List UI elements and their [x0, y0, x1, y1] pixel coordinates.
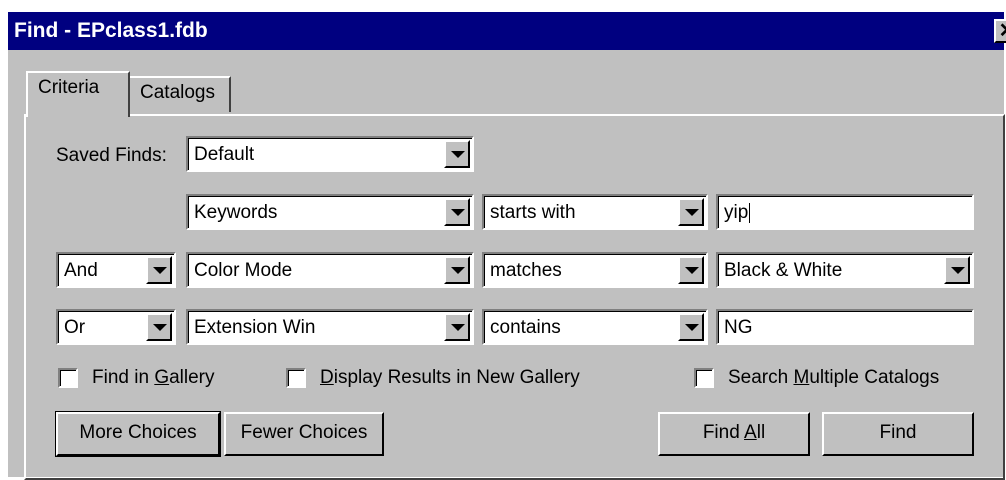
criteria-field-dropdown-2[interactable]: Color Mode [186, 252, 474, 288]
search-multiple-catalogs-checkbox[interactable] [694, 368, 714, 388]
find-all-button[interactable]: Find All [658, 412, 810, 456]
search-multiple-catalogs-label[interactable]: Search Multiple Catalogs [728, 367, 939, 389]
text-caret [749, 202, 751, 223]
criteria-field-value: Extension Win [194, 317, 316, 338]
chevron-down-icon[interactable] [146, 313, 172, 341]
chevron-down-icon[interactable] [146, 256, 172, 284]
conjunction-dropdown-2[interactable]: And [56, 252, 176, 288]
saved-finds-dropdown[interactable]: Default [186, 136, 474, 172]
chevron-down-icon[interactable] [944, 256, 970, 284]
display-new-gallery-label[interactable]: Display Results in New Gallery [320, 367, 580, 389]
chevron-down-icon[interactable] [444, 140, 470, 168]
find-button[interactable]: Find [822, 412, 974, 456]
criteria-value-text: yip [724, 202, 751, 223]
chevron-down-icon[interactable] [678, 256, 704, 284]
tab-catalogs-label: Catalogs [140, 82, 215, 103]
conjunction-value: And [64, 260, 98, 281]
criteria-field-dropdown-3[interactable]: Extension Win [186, 309, 474, 345]
tab-catalogs[interactable]: Catalogs [128, 76, 231, 112]
chevron-down-icon[interactable] [444, 256, 470, 284]
saved-finds-value: Default [194, 144, 255, 165]
criteria-value-text: NG [724, 317, 753, 338]
close-icon: ✕ [999, 20, 1006, 42]
close-button[interactable]: ✕ [994, 19, 1006, 43]
criteria-value-input-3[interactable]: NG [716, 309, 974, 345]
find-label: Find [879, 422, 917, 443]
criteria-operator-dropdown-2[interactable]: matches [482, 252, 708, 288]
display-new-gallery-checkbox[interactable] [286, 368, 306, 388]
criteria-operator-dropdown-1[interactable]: starts with [482, 194, 708, 230]
criteria-value-text: Black & White [724, 260, 843, 281]
chevron-down-icon[interactable] [444, 198, 470, 226]
window-title: Find - EPclass1.fdb [14, 19, 208, 42]
fewer-choices-label: Fewer Choices [240, 422, 368, 443]
title-bar: Find - EPclass1.fdb ✕ [8, 12, 1006, 50]
find-all-label: Find All [702, 422, 766, 443]
chevron-down-icon[interactable] [678, 313, 704, 341]
criteria-operator-value: matches [490, 260, 562, 281]
criteria-value-input-1[interactable]: yip [716, 194, 974, 230]
find-dialog: Find - EPclass1.fdb ✕ Criteria Catalogs … [8, 12, 1006, 480]
criteria-operator-value: starts with [490, 202, 576, 223]
tab-criteria[interactable]: Criteria [26, 71, 130, 117]
find-in-gallery-checkbox[interactable] [58, 368, 78, 388]
tab-criteria-label: Criteria [38, 77, 100, 98]
saved-finds-label: Saved Finds: [56, 145, 167, 166]
criteria-field-value: Color Mode [194, 260, 293, 281]
conjunction-dropdown-3[interactable]: Or [56, 309, 176, 345]
criteria-field-value: Keywords [194, 202, 278, 223]
more-choices-label: More Choices [79, 422, 197, 443]
chevron-down-icon[interactable] [678, 198, 704, 226]
chevron-down-icon[interactable] [444, 313, 470, 341]
criteria-operator-dropdown-3[interactable]: contains [482, 309, 708, 345]
conjunction-value: Or [64, 317, 86, 338]
criteria-value-dropdown-2[interactable]: Black & White [716, 252, 974, 288]
find-in-gallery-label[interactable]: Find in Gallery [92, 367, 215, 389]
criteria-operator-value: contains [490, 317, 561, 338]
more-choices-button[interactable]: More Choices [55, 411, 221, 457]
criteria-field-dropdown-1[interactable]: Keywords [186, 194, 474, 230]
fewer-choices-button[interactable]: Fewer Choices [224, 412, 384, 456]
